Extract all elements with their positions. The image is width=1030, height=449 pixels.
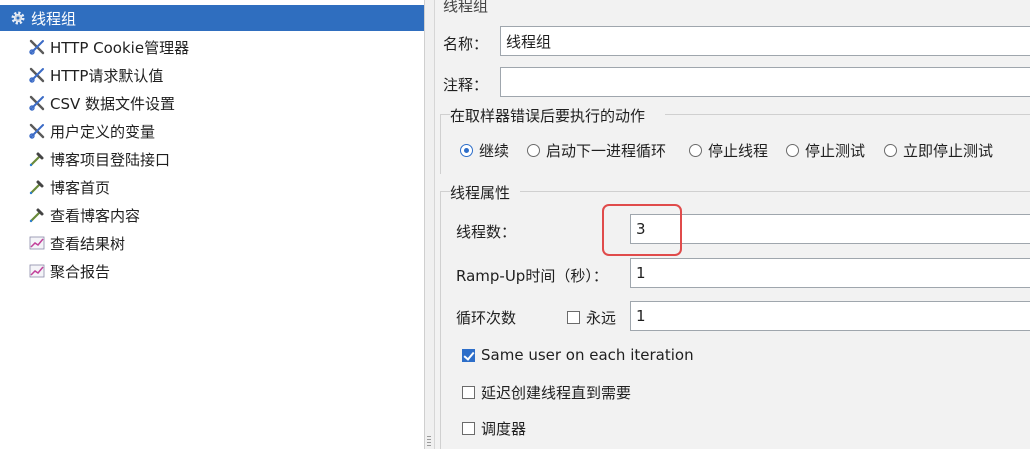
pipette-icon [28, 178, 46, 196]
radio-dot-icon [460, 144, 473, 157]
radio-stop-test[interactable]: 停止测试 [786, 140, 865, 161]
graph-icon [28, 262, 46, 280]
tree-item-label: 查看结果树 [50, 234, 126, 253]
tree-item-aggregate-report[interactable]: 聚合报告 [28, 258, 110, 284]
checkbox-icon [462, 422, 475, 435]
pane-splitter[interactable] [425, 0, 435, 449]
delay-create-checkbox[interactable]: 延迟创建线程直到需要 [462, 382, 631, 403]
splitter-grip-icon [427, 436, 431, 448]
wrench-scissors-icon [28, 66, 46, 84]
rampup-label: Ramp-Up时间（秒）： [456, 267, 608, 285]
rampup-input[interactable]: 1 [630, 258, 1030, 288]
tree-item-label: 查看博客内容 [50, 206, 141, 225]
group-border [520, 191, 1030, 192]
jmeter-window: 线程组 HTTP Cookie管理器 HTTP请求默认值 CSV 数据文件设置 [0, 0, 1030, 449]
radio-dot-icon [884, 144, 897, 157]
tree-item-thread-group[interactable]: 线程组 [0, 5, 424, 31]
tree-item-results-tree[interactable]: 查看结果树 [28, 230, 125, 256]
tree-item-label: 线程组 [31, 9, 77, 28]
form-title: 线程组 [443, 0, 489, 15]
radio-continue[interactable]: 继续 [460, 140, 509, 161]
error-action-group-title: 在取样器错误后要执行的动作 [450, 107, 646, 125]
loop-forever-checkbox[interactable]: 永远 [567, 307, 616, 328]
tree-item-label: 聚合报告 [50, 262, 111, 281]
name-input[interactable]: 线程组 [500, 26, 1030, 56]
test-plan-tree: 线程组 HTTP Cookie管理器 HTTP请求默认值 CSV 数据文件设置 [0, 0, 425, 449]
tree-item-home-sampler[interactable]: 博客首页 [28, 174, 110, 200]
tree-item-login-sampler[interactable]: 博客项目登陆接口 [28, 146, 170, 172]
loop-label: 循环次数 [456, 309, 517, 327]
comment-input[interactable] [500, 67, 1030, 97]
checkbox-icon [462, 386, 475, 399]
group-border [440, 114, 450, 115]
thread-group-form: 线程组 名称： 线程组 注释： 在取样器错误后要执行的动作 继续 启动下一进程循… [435, 0, 1030, 449]
wrench-scissors-icon [28, 38, 46, 56]
tree-item-content-sampler[interactable]: 查看博客内容 [28, 202, 140, 228]
loop-count-input[interactable]: 1 [630, 301, 1030, 331]
wrench-scissors-icon [28, 94, 46, 112]
thread-props-group-title: 线程属性 [450, 184, 511, 202]
radio-start-next-loop[interactable]: 启动下一进程循环 [527, 140, 666, 161]
tree-item-csv-config[interactable]: CSV 数据文件设置 [28, 90, 175, 116]
gear-icon [9, 9, 27, 27]
comment-label: 注释： [443, 76, 489, 94]
radio-stop-thread[interactable]: 停止线程 [689, 140, 768, 161]
pipette-icon [28, 206, 46, 224]
tree-item-user-variables[interactable]: 用户定义的变量 [28, 118, 155, 144]
checkbox-icon [567, 311, 580, 324]
group-border [665, 114, 1030, 115]
scheduler-checkbox[interactable]: 调度器 [462, 418, 526, 439]
threads-label: 线程数： [456, 223, 517, 241]
name-label: 名称： [443, 35, 489, 53]
tree-item-label: 用户定义的变量 [50, 122, 156, 141]
checkbox-checked-icon [462, 348, 475, 362]
tree-item-label: HTTP Cookie管理器 [50, 38, 190, 57]
group-border [440, 114, 441, 174]
tree-item-label: HTTP请求默认值 [50, 66, 164, 85]
tree-item-label: CSV 数据文件设置 [50, 94, 176, 113]
tree-item-cookie-manager[interactable]: HTTP Cookie管理器 [28, 34, 189, 60]
tree-item-label: 博客首页 [50, 178, 111, 197]
wrench-scissors-icon [28, 122, 46, 140]
pipette-icon [28, 150, 46, 168]
group-border [440, 191, 441, 449]
tree-item-label: 博客项目登陆接口 [50, 150, 171, 169]
threads-input[interactable]: 3 [630, 214, 1030, 244]
radio-stop-test-now[interactable]: 立即停止测试 [884, 140, 993, 161]
graph-icon [28, 234, 46, 252]
same-user-checkbox[interactable]: Same user on each iteration [462, 346, 694, 364]
radio-dot-icon [689, 144, 702, 157]
group-border [440, 191, 450, 192]
radio-dot-icon [527, 144, 540, 157]
tree-item-http-defaults[interactable]: HTTP请求默认值 [28, 62, 163, 88]
radio-dot-icon [786, 144, 799, 157]
